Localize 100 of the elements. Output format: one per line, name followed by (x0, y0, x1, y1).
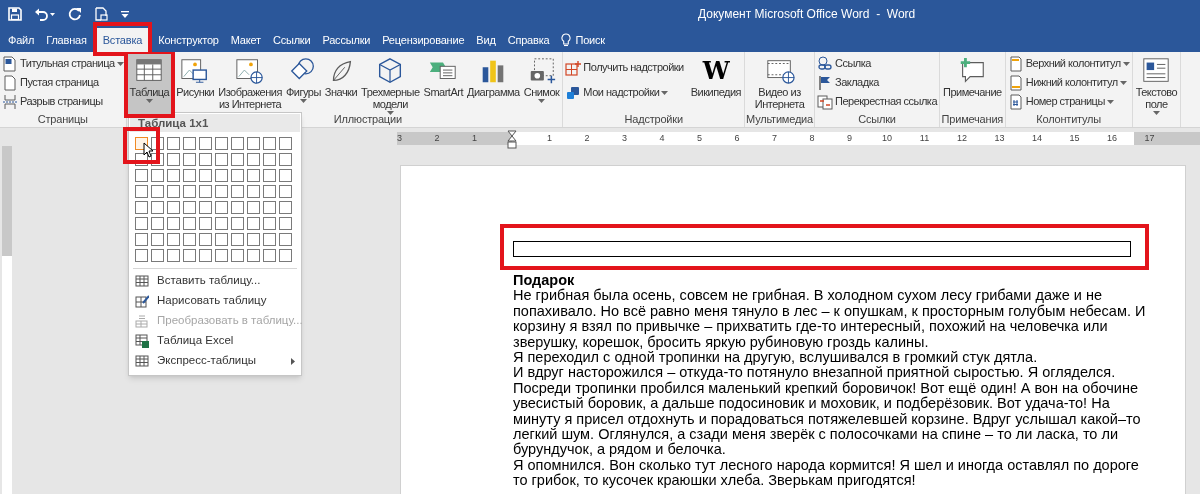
grid-cell[interactable] (215, 137, 228, 150)
ribbon-button[interactable]: Нижний колонтитул (1006, 73, 1128, 92)
grid-cell[interactable] (231, 217, 244, 230)
grid-cell[interactable] (215, 169, 228, 182)
grid-cell[interactable] (167, 137, 180, 150)
grid-cell[interactable] (263, 233, 276, 246)
menu-item[interactable]: Вставить таблицу... (129, 271, 301, 291)
grid-cell[interactable] (183, 169, 196, 182)
grid-cell[interactable] (215, 201, 228, 214)
grid-cell[interactable] (167, 249, 180, 262)
grid-cell[interactable] (247, 169, 260, 182)
grid-cell[interactable] (247, 233, 260, 246)
grid-cell[interactable] (263, 169, 276, 182)
grid-cell[interactable] (231, 185, 244, 198)
grid-cell[interactable] (151, 169, 164, 182)
menu-item[interactable]: Нарисовать таблицу (129, 291, 301, 311)
grid-cell[interactable] (167, 169, 180, 182)
grid-cell[interactable] (279, 217, 292, 230)
ribbon-tab[interactable]: Справка (501, 28, 556, 52)
grid-cell[interactable] (247, 153, 260, 166)
grid-cell[interactable] (135, 185, 148, 198)
ribbon-tab[interactable]: Рассылки (316, 28, 377, 52)
grid-cell[interactable] (135, 249, 148, 262)
grid-cell[interactable] (215, 233, 228, 246)
menu-item[interactable]: Таблица Excel (129, 331, 301, 351)
grid-cell[interactable] (231, 169, 244, 182)
ribbon-button[interactable]: Мои надстройки (564, 83, 670, 102)
grid-cell[interactable] (279, 153, 292, 166)
ribbon-button[interactable]: Номер страницы (1006, 92, 1115, 111)
grid-cell[interactable] (215, 153, 228, 166)
grid-cell[interactable] (279, 137, 292, 150)
ribbon-button[interactable]: Фигуры (283, 54, 323, 114)
ribbon-tab[interactable]: Вид (470, 28, 502, 52)
table-cell[interactable] (513, 241, 1131, 257)
grid-cell[interactable] (167, 217, 180, 230)
grid-cell[interactable] (167, 153, 180, 166)
ribbon-button[interactable]: Разрыв страницы (1, 92, 104, 111)
grid-cell[interactable] (263, 185, 276, 198)
ribbon-button[interactable]: Верхний колонтитул (1006, 54, 1131, 73)
grid-cell[interactable] (199, 249, 212, 262)
grid-cell[interactable] (199, 137, 212, 150)
ribbon-button[interactable]: SmartArt (421, 54, 465, 114)
ribbon-button[interactable]: Трехмерные модели (359, 54, 422, 114)
grid-cell[interactable] (167, 185, 180, 198)
grid-cell[interactable] (151, 217, 164, 230)
grid-cell[interactable] (247, 137, 260, 150)
ribbon-button[interactable]: Пустая страница (1, 73, 100, 92)
grid-cell[interactable] (231, 249, 244, 262)
ribbon-button[interactable]: Примечание (941, 54, 1004, 114)
grid-cell[interactable] (263, 249, 276, 262)
grid-cell[interactable] (279, 233, 292, 246)
grid-cell[interactable] (199, 185, 212, 198)
grid-cell[interactable] (151, 249, 164, 262)
ribbon-button[interactable]: W Википедия (688, 54, 744, 114)
grid-cell[interactable] (199, 217, 212, 230)
grid-cell[interactable] (135, 217, 148, 230)
grid-cell[interactable] (215, 217, 228, 230)
grid-cell[interactable] (167, 201, 180, 214)
grid-cell[interactable] (151, 185, 164, 198)
grid-cell[interactable] (215, 185, 228, 198)
grid-cell[interactable] (167, 233, 180, 246)
grid-cell[interactable] (183, 233, 196, 246)
grid-cell[interactable] (231, 201, 244, 214)
ribbon-tab[interactable]: Главная (40, 28, 93, 52)
ribbon-button[interactable]: Значки (322, 54, 360, 114)
ribbon-button[interactable]: Видео из Интернета (752, 54, 807, 114)
grid-cell[interactable] (135, 201, 148, 214)
grid-cell[interactable] (263, 201, 276, 214)
grid-cell[interactable] (199, 201, 212, 214)
grid-cell[interactable] (279, 249, 292, 262)
grid-cell[interactable] (247, 217, 260, 230)
grid-cell[interactable] (183, 217, 196, 230)
grid-cell[interactable] (183, 201, 196, 214)
ribbon-button[interactable]: Перекрестная ссылка (816, 92, 939, 111)
grid-cell[interactable] (183, 137, 196, 150)
search-button[interactable]: Поиск (555, 28, 611, 52)
menu-item[interactable]: Экспресс-таблицы (129, 351, 301, 371)
ribbon-button[interactable]: Закладка (816, 73, 880, 92)
grid-cell[interactable] (279, 201, 292, 214)
grid-cell[interactable] (247, 185, 260, 198)
ribbon-button[interactable]: Диаграмма (465, 54, 522, 114)
grid-cell[interactable] (199, 169, 212, 182)
grid-cell[interactable] (263, 153, 276, 166)
ribbon-button[interactable]: Снимок (521, 54, 562, 114)
ribbon-button[interactable]: Ссылка (816, 54, 872, 73)
grid-cell[interactable] (135, 233, 148, 246)
grid-cell[interactable] (247, 249, 260, 262)
grid-cell[interactable] (183, 249, 196, 262)
grid-cell[interactable] (263, 137, 276, 150)
grid-cell[interactable] (247, 201, 260, 214)
ribbon-button[interactable]: Титульная страница (1, 54, 125, 73)
ribbon-tab[interactable]: Рецензирование (376, 28, 471, 52)
grid-cell[interactable] (151, 201, 164, 214)
grid-cell[interactable] (183, 185, 196, 198)
grid-cell[interactable] (183, 153, 196, 166)
ribbon-tab[interactable]: Конструктор (152, 28, 225, 52)
ribbon-tab[interactable]: Макет (224, 28, 267, 52)
grid-cell[interactable] (279, 185, 292, 198)
ribbon-button[interactable]: Таблица (127, 54, 172, 114)
grid-cell[interactable] (135, 169, 148, 182)
